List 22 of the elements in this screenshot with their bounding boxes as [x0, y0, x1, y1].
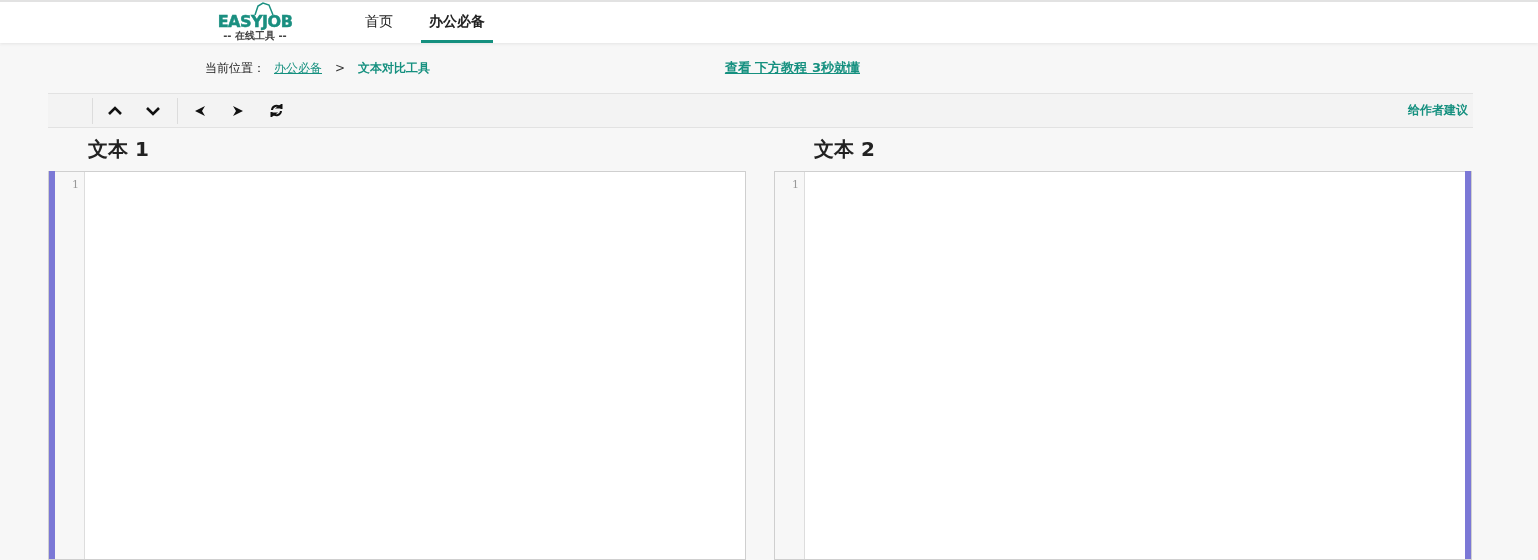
breadcrumb-current: 文本对比工具 — [358, 59, 431, 77]
breadcrumb-label: 当前位置： — [205, 59, 265, 77]
line-number: 1 — [72, 178, 79, 191]
arrow-left-icon — [194, 104, 206, 117]
swap-icon — [269, 104, 283, 117]
nav-tab[interactable]: 办公必备 — [421, 13, 493, 43]
arrow-right-icon — [232, 104, 244, 117]
breadcrumb-link[interactable]: 办公必备 — [274, 59, 322, 77]
logo-subtitle: -- 在线工具 -- — [223, 30, 287, 41]
nav-tab[interactable]: 首页 — [357, 13, 401, 43]
editor-title: 文本 2 — [814, 136, 876, 163]
chevron-up-icon — [108, 105, 122, 116]
logo-title: EASYJOB — [217, 14, 293, 30]
logo[interactable]: EASYJOB -- 在线工具 -- — [213, 2, 297, 43]
tutorial-link[interactable]: 查看 下方教程 3秒就懂 — [724, 59, 860, 77]
breadcrumb-separator: > — [335, 61, 346, 75]
chevron-down-icon — [146, 105, 160, 116]
text-editor[interactable]: 1 — [48, 171, 746, 560]
editor-title: 文本 1 — [88, 136, 150, 163]
text-editor[interactable]: 1 — [774, 171, 1472, 560]
feedback-link[interactable]: 给作者建议 — [1408, 102, 1468, 119]
line-number: 1 — [792, 178, 799, 191]
